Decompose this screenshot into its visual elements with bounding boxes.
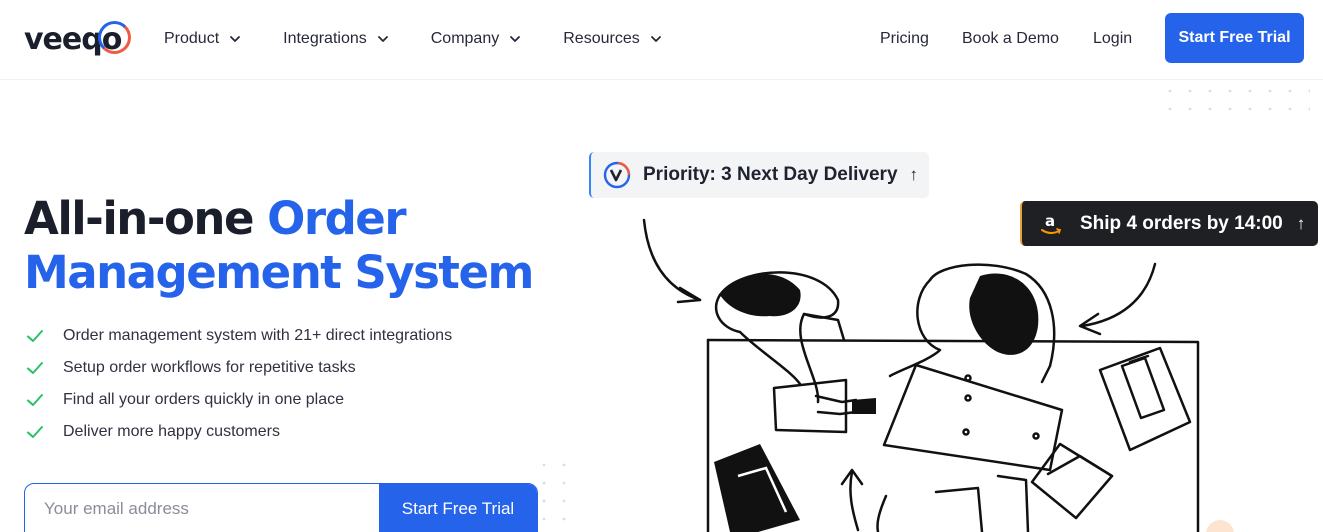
chevron-down-icon — [650, 36, 661, 42]
chevron-down-icon — [230, 36, 241, 42]
nav-item-integrations[interactable]: Integrations — [283, 30, 389, 48]
pricing-link[interactable]: Pricing — [880, 0, 929, 78]
chevron-down-icon — [377, 36, 388, 42]
nav-item-label: Integrations — [283, 30, 367, 47]
priority-badge-text: Priority: 3 Next Day Delivery — [643, 164, 898, 185]
start-free-trial-button[interactable]: Start Free Trial — [1165, 13, 1304, 63]
decorative-dots — [534, 456, 566, 532]
email-input[interactable] — [25, 484, 379, 532]
nav-item-label: Company — [430, 30, 500, 47]
main-nav: Product Integrations Company Resources — [164, 0, 704, 78]
ship-orders-badge: a Ship 4 orders by 14:00 ↑ — [1020, 201, 1318, 246]
ship-orders-text: Ship 4 orders by 14:00 — [1080, 212, 1283, 234]
feature-text: Order management system with 21+ direct … — [63, 327, 453, 344]
book-demo-link[interactable]: Book a Demo — [962, 0, 1059, 78]
hero-title-highlight: Order — [267, 192, 406, 245]
nav-item-company[interactable]: Company — [431, 30, 521, 48]
feature-item: Order management system with 21+ direct … — [24, 320, 452, 352]
nav-item-label: Product — [164, 30, 220, 47]
decorative-dots — [1160, 82, 1310, 112]
check-icon — [27, 426, 43, 438]
nav-item-product[interactable]: Product — [164, 30, 241, 48]
check-icon — [27, 394, 43, 406]
arrow-up-icon: ↑ — [1296, 213, 1306, 233]
priority-badge: Priority: 3 Next Day Delivery ↑ — [589, 152, 929, 198]
feature-list: Order management system with 21+ direct … — [24, 320, 452, 448]
team-packing-illustration — [642, 218, 1234, 532]
hero-title: All-in-one Order Management System — [24, 192, 564, 300]
feature-item: Find all your orders quickly in one plac… — [24, 384, 452, 416]
chevron-down-icon — [510, 36, 521, 42]
hero-title-part1: All-in-one — [24, 192, 268, 245]
check-icon — [27, 330, 43, 342]
svg-text:a: a — [1045, 212, 1055, 230]
email-start-trial-button[interactable]: Start Free Trial — [379, 484, 537, 532]
hero-title-highlight: Management System — [24, 246, 534, 299]
site-header: veeqo Product Integrations Company Resou… — [0, 0, 1323, 80]
feature-text: Find all your orders quickly in one plac… — [63, 391, 345, 408]
feature-text: Deliver more happy customers — [63, 423, 280, 440]
feature-text: Setup order workflows for repetitive tas… — [63, 359, 356, 376]
veeqo-v-icon — [603, 161, 631, 189]
nav-item-label: Resources — [563, 30, 640, 47]
login-link[interactable]: Login — [1093, 0, 1132, 78]
arrow-up-icon: ↑ — [909, 165, 919, 184]
amazon-icon: a — [1041, 212, 1062, 234]
signup-form: Start Free Trial — [24, 483, 538, 532]
feature-item: Deliver more happy customers — [24, 416, 452, 448]
nav-item-resources[interactable]: Resources — [563, 30, 661, 48]
feature-item: Setup order workflows for repetitive tas… — [24, 352, 452, 384]
veeqo-logo[interactable]: veeqo — [24, 18, 131, 60]
logo-ring-icon — [98, 21, 131, 54]
check-icon — [27, 362, 43, 374]
